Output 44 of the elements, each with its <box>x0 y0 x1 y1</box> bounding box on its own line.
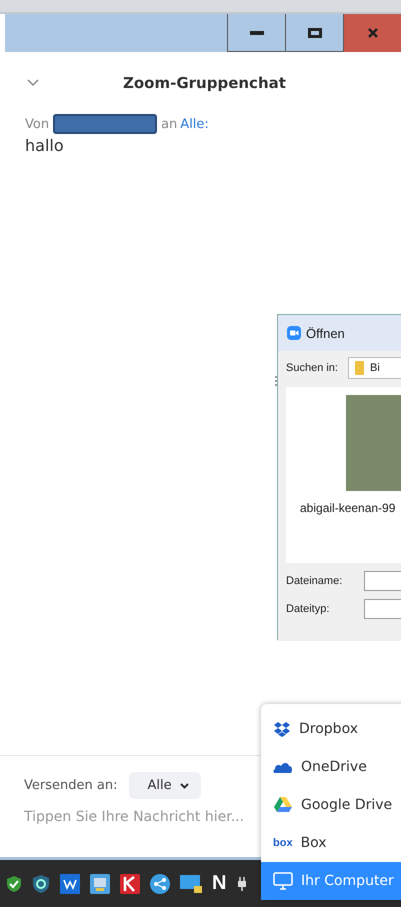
shield-icon[interactable] <box>32 874 50 894</box>
menu-item[interactable]: Google Drive <box>261 786 401 824</box>
monitor-icon[interactable] <box>180 874 202 892</box>
app-icon[interactable]: N <box>212 872 226 895</box>
from-label: Von <box>25 116 50 132</box>
app-icon[interactable] <box>60 874 80 894</box>
share-icon[interactable] <box>150 874 170 894</box>
file-name[interactable]: abigail-keenan-99 <box>300 501 396 515</box>
monitor-icon <box>273 872 293 890</box>
chat-title: Zoom-Gruppenchat <box>123 74 286 92</box>
menu-item[interactable]: OneDrive <box>261 748 401 786</box>
file-type-dropdown[interactable] <box>364 599 401 619</box>
menu-item[interactable]: Dropbox <box>261 710 401 748</box>
recipient-dropdown[interactable]: Alle <box>129 772 201 799</box>
maximize-icon <box>308 28 322 38</box>
dialog-title: Öffnen <box>306 326 345 340</box>
recipient-link[interactable]: Alle: <box>180 116 209 132</box>
to-label: an <box>161 116 178 132</box>
dropbox-icon <box>273 722 291 736</box>
send-to-label: Versenden an: <box>24 778 118 793</box>
minimize-icon <box>250 30 264 34</box>
file-name-label: Dateiname: <box>286 575 344 587</box>
chevron-down-icon <box>180 782 189 788</box>
box-logo: box <box>273 837 293 849</box>
file-type-label: Dateityp: <box>286 603 330 615</box>
close-icon <box>366 27 378 39</box>
shield-check-icon[interactable] <box>6 874 22 892</box>
app-icon[interactable] <box>120 874 140 894</box>
chevron-down-icon[interactable] <box>27 79 39 87</box>
message-text: hallo <box>25 136 65 155</box>
maximize-button[interactable] <box>285 14 343 52</box>
file-name-input[interactable] <box>364 571 401 591</box>
look-in-dropdown[interactable]: Bi <box>348 357 401 379</box>
look-in-label: Suchen in: <box>286 362 338 374</box>
menu-item[interactable]: box Box <box>261 824 401 862</box>
minimize-button[interactable] <box>227 14 285 52</box>
plug-icon[interactable] <box>236 876 248 890</box>
screen-icon[interactable] <box>90 874 110 894</box>
triangle-logo-icon <box>273 796 293 814</box>
folder-icon <box>354 361 364 375</box>
drag-handle-icon[interactable] <box>275 376 277 388</box>
video-camera-icon <box>287 326 301 340</box>
close-button[interactable] <box>343 14 401 52</box>
cloud-icon <box>273 761 293 773</box>
